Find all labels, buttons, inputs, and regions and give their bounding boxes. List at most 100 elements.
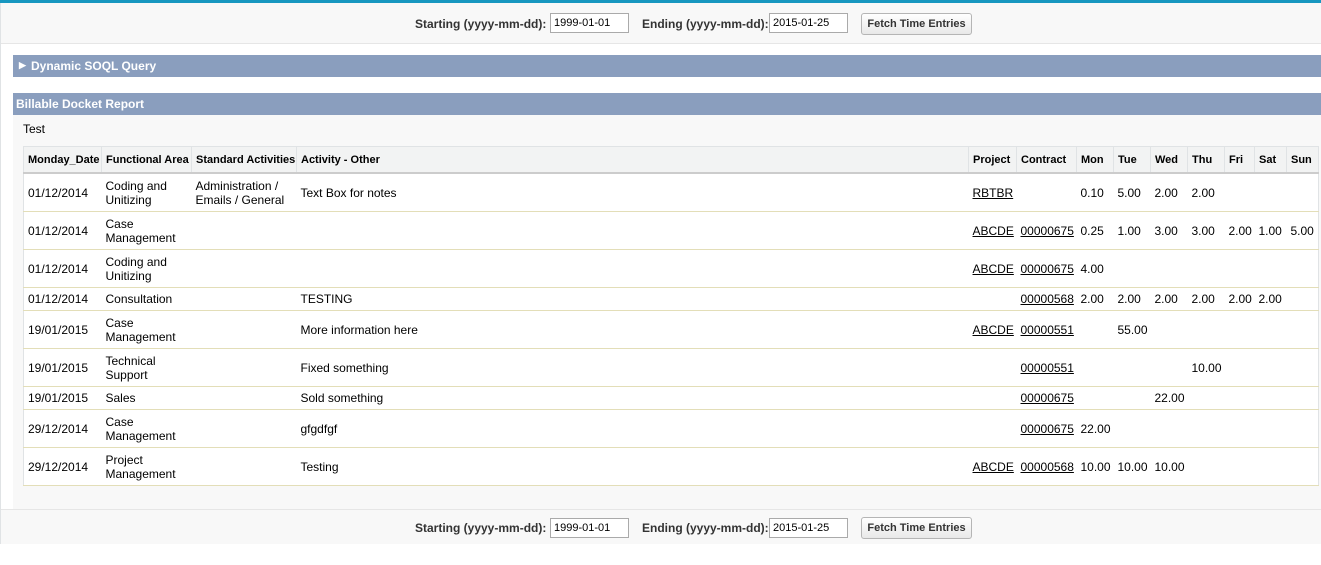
sun-cell — [1286, 173, 1319, 212]
column-header[interactable]: Activity - Other — [296, 146, 969, 174]
column-header[interactable]: Project — [968, 146, 1017, 174]
column-header[interactable]: Wed — [1150, 146, 1188, 174]
tue-cell — [1113, 386, 1151, 410]
sat-cell — [1254, 409, 1287, 448]
report-section-title: Billable Docket Report — [16, 97, 145, 111]
functional-area-cell: Case Management — [101, 310, 192, 349]
functional-area-cell: Coding and Unitizing — [101, 249, 192, 288]
activity-other-cell: TESTING — [296, 287, 969, 311]
project-link[interactable]: ABCDE — [973, 460, 1014, 474]
functional-area-cell: Case Management — [101, 211, 192, 250]
monday-date-cell: 01/12/2014 — [23, 173, 102, 212]
column-header[interactable]: Tue — [1113, 146, 1151, 174]
thu-cell — [1187, 249, 1225, 288]
bottom-filter-bar: Starting (yyyy-mm-dd): Ending (yyyy-mm-d… — [1, 509, 1321, 544]
column-header[interactable]: Contract — [1016, 146, 1077, 174]
tue-cell: 5.00 — [1113, 173, 1151, 212]
table-row: 19/01/2015 Case Management More informat… — [23, 310, 1319, 349]
project-link[interactable]: RBTBR — [973, 186, 1014, 200]
ending-date-input[interactable] — [769, 518, 848, 538]
contract-link[interactable]: 00000675 — [1021, 224, 1074, 238]
column-header[interactable]: Monday_Date — [23, 146, 102, 174]
soql-section-title: Dynamic SOQL Query — [31, 59, 157, 73]
contract-link[interactable]: 00000675 — [1021, 422, 1074, 436]
tue-cell: 1.00 — [1113, 211, 1151, 250]
sat-cell — [1254, 447, 1287, 486]
contract-link[interactable]: 00000551 — [1021, 323, 1074, 337]
contract-link[interactable]: 00000551 — [1021, 361, 1074, 375]
starting-date-label: Starting (yyyy-mm-dd): — [415, 521, 547, 535]
column-header[interactable]: Mon — [1076, 146, 1114, 174]
column-header[interactable]: Functional Area — [101, 146, 192, 174]
soql-section-header[interactable]: ▶ Dynamic SOQL Query — [13, 55, 1321, 77]
thu-cell: 3.00 — [1187, 211, 1225, 250]
monday-date-cell: 01/12/2014 — [23, 287, 102, 311]
mon-cell — [1076, 386, 1114, 410]
standard-activities-cell — [191, 348, 297, 387]
project-link[interactable]: ABCDE — [973, 262, 1014, 276]
mon-cell: 10.00 — [1076, 447, 1114, 486]
thu-cell: 10.00 — [1187, 348, 1225, 387]
top-filter-bar: Starting (yyyy-mm-dd): Ending (yyyy-mm-d… — [1, 3, 1321, 44]
column-header[interactable]: Sun — [1286, 146, 1319, 174]
activity-other-cell: Text Box for notes — [296, 173, 969, 212]
fetch-time-entries-button[interactable]: Fetch Time Entries — [861, 13, 972, 35]
wed-cell: 22.00 — [1150, 386, 1188, 410]
mon-cell: 4.00 — [1076, 249, 1114, 288]
column-header[interactable]: Sat — [1254, 146, 1287, 174]
column-header[interactable]: Thu — [1187, 146, 1225, 174]
column-header[interactable]: Fri — [1224, 146, 1255, 174]
fri-cell — [1224, 386, 1255, 410]
thu-cell — [1187, 386, 1225, 410]
table-row: 29/12/2014 Project Management Testing AB… — [23, 447, 1319, 486]
sat-cell: 1.00 — [1254, 211, 1287, 250]
project-link[interactable]: ABCDE — [973, 323, 1014, 337]
functional-area-cell: Sales — [101, 386, 192, 410]
sun-cell — [1286, 249, 1319, 288]
table-row: 01/12/2014 Consultation TESTING 00000568… — [23, 287, 1319, 311]
functional-area-cell: Technical Support — [101, 348, 192, 387]
tue-cell: 10.00 — [1113, 447, 1151, 486]
wed-cell: 10.00 — [1150, 447, 1188, 486]
thu-cell — [1187, 310, 1225, 349]
ending-date-input[interactable] — [769, 13, 848, 33]
thu-cell: 2.00 — [1187, 287, 1225, 311]
table-row: 01/12/2014 Case Management ABCDE 0000067… — [23, 211, 1319, 250]
monday-date-cell: 19/01/2015 — [23, 386, 102, 410]
column-header[interactable]: Standard Activities — [191, 146, 297, 174]
fetch-time-entries-button[interactable]: Fetch Time Entries — [861, 517, 972, 539]
thu-cell: 2.00 — [1187, 173, 1225, 212]
wed-cell: 2.00 — [1150, 287, 1188, 311]
contract-link[interactable]: 00000675 — [1021, 262, 1074, 276]
wed-cell — [1150, 249, 1188, 288]
mon-cell: 22.00 — [1076, 409, 1114, 448]
fri-cell — [1224, 173, 1255, 212]
fri-cell: 2.00 — [1224, 211, 1255, 250]
standard-activities-cell — [191, 386, 297, 410]
report-section-header: Billable Docket Report — [13, 93, 1321, 115]
project-link[interactable]: ABCDE — [973, 224, 1014, 238]
sun-cell — [1286, 409, 1319, 448]
table-header-row: Monday_Date Functional Area Standard Act… — [23, 146, 1319, 174]
functional-area-cell: Consultation — [101, 287, 192, 311]
fri-cell — [1224, 249, 1255, 288]
contract-link[interactable]: 00000568 — [1021, 460, 1074, 474]
monday-date-cell: 01/12/2014 — [23, 249, 102, 288]
tue-cell — [1113, 249, 1151, 288]
sat-cell — [1254, 348, 1287, 387]
contract-link[interactable]: 00000568 — [1021, 292, 1074, 306]
ending-date-label: Ending (yyyy-mm-dd): — [642, 521, 769, 535]
contract-link[interactable]: 00000675 — [1021, 391, 1074, 405]
starting-date-input[interactable] — [550, 518, 629, 538]
fri-cell — [1224, 348, 1255, 387]
sun-cell — [1286, 287, 1319, 311]
mon-cell: 2.00 — [1076, 287, 1114, 311]
sat-cell — [1254, 249, 1287, 288]
activity-other-cell — [296, 249, 969, 288]
standard-activities-cell — [191, 447, 297, 486]
starting-date-input[interactable] — [550, 13, 629, 33]
expand-triangle-icon[interactable]: ▶ — [19, 60, 26, 71]
monday-date-cell: 29/12/2014 — [23, 447, 102, 486]
activity-other-cell: gfgdfgf — [296, 409, 969, 448]
mon-cell — [1076, 310, 1114, 349]
